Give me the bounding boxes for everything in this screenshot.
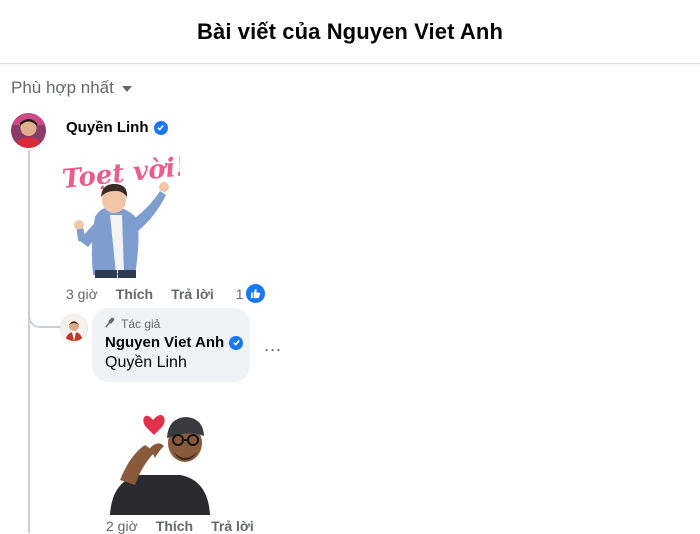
microphone-icon [105,317,116,331]
author-tag-label: Tác giả [121,317,161,331]
reply-time[interactable]: 2 giờ [106,518,138,534]
reply-author[interactable]: Nguyen Viet Anh [105,334,244,351]
author-tag: Tác giả [105,317,160,331]
comment-author[interactable]: Quyền Linh [66,119,168,136]
sticker-toet-voi[interactable]: Toẹt vời! [60,145,188,280]
like-button[interactable]: Thích [116,286,153,302]
comment-time[interactable]: 3 giờ [66,286,98,302]
reply-bubble: Tác giả Nguyen Viet Anh Quyền Linh [92,308,250,382]
verified-badge-icon [153,120,168,135]
reply-button[interactable]: Trả lời [211,518,254,534]
like-count-badge[interactable]: 1 [236,284,265,303]
page-header: Bài viết của Nguyen Viet Anh [0,0,700,64]
thumbs-up-icon [245,284,265,303]
verified-badge-icon [229,335,244,350]
like-count: 1 [235,285,244,302]
sort-label: Phù hợp nhất [11,78,114,97]
sticker-heart[interactable] [100,400,215,515]
author-name: Nguyen Viet Anh [105,334,225,351]
reply-actions: 2 giờ Thích Trả lời [106,518,272,534]
page-title: Bài viết của Nguyen Viet Anh [197,18,503,44]
reply-button[interactable]: Trả lời [171,286,214,302]
thread-line [28,150,30,533]
sort-dropdown[interactable]: Phù hợp nhất [11,78,132,98]
comment-actions: 3 giờ Thích Trả lời 1 [66,284,265,303]
avatar[interactable] [11,113,46,148]
avatar[interactable] [60,314,88,342]
more-options-button[interactable]: ... [264,335,282,356]
author-name: Quyền Linh [66,119,149,136]
chevron-down-icon [121,86,132,92]
thread-branch [28,314,62,328]
like-button[interactable]: Thích [156,518,193,534]
reply-text[interactable]: Quyền Linh [105,354,187,372]
